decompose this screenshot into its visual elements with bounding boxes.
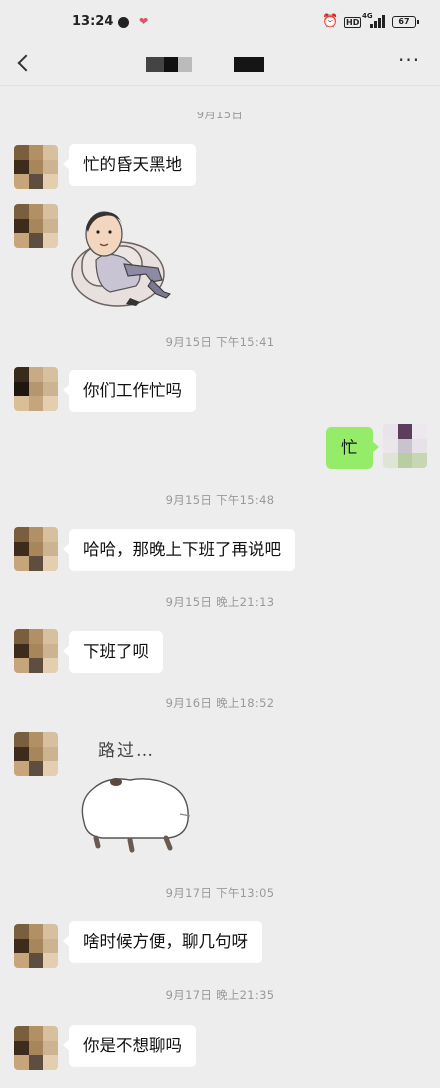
man-in-armchair-sticker-icon — [71, 211, 171, 307]
contact-avatar[interactable] — [14, 924, 58, 968]
network-type: 4G — [362, 12, 373, 20]
sticker-image[interactable] — [66, 206, 176, 312]
chat-header: ··· — [0, 44, 440, 86]
chevron-left-icon[interactable] — [14, 52, 36, 74]
contact-avatar[interactable] — [14, 527, 58, 571]
contact-avatar[interactable] — [14, 145, 58, 189]
hd-badge: HD — [344, 17, 362, 28]
timestamp: 9月15日 晚上21:13 — [165, 595, 275, 609]
header-divider — [0, 85, 440, 86]
message-bubble[interactable]: 啥时候方便，聊几句呀 — [63, 921, 262, 963]
redacted-title-block — [178, 57, 192, 72]
timestamp: 9月17日 下午13:05 — [165, 886, 275, 900]
signal-icon: 4G — [362, 12, 385, 28]
redacted-title-block — [234, 57, 264, 72]
redacted-title-block — [164, 57, 178, 72]
message-bubble[interactable]: 哈哈，那晚上下班了再说吧 — [63, 529, 295, 571]
my-message-bubble[interactable]: 忙 — [326, 427, 378, 469]
timestamp: 9月17日 晚上21:35 — [165, 988, 275, 1002]
contact-avatar[interactable] — [14, 629, 58, 673]
contact-avatar[interactable] — [14, 732, 58, 776]
timestamp: 9月15日 下午15:48 — [165, 493, 275, 507]
timestamp: 9月15日 — [196, 112, 244, 121]
my-avatar[interactable] — [383, 424, 427, 468]
sticker-image[interactable]: 路过… — [72, 730, 202, 860]
status-bar: 13:24 ❤ ⏰ HD 4G 67 — [0, 0, 440, 44]
more-dots-icon[interactable]: ··· — [398, 50, 420, 70]
timestamp: 9月15日 下午15:41 — [165, 335, 275, 349]
message-bubble[interactable]: 你是不想聊吗 — [63, 1025, 196, 1067]
contact-avatar[interactable] — [14, 204, 58, 248]
contact-avatar[interactable] — [14, 1026, 58, 1070]
alarm-icon: ⏰ — [322, 14, 339, 29]
battery-icon: 67 — [392, 16, 419, 28]
status-time: 13:24 — [72, 14, 114, 29]
heart-notification-icon: ❤ — [139, 15, 149, 28]
timestamp: 9月16日 晚上18:52 — [165, 696, 275, 710]
contact-avatar[interactable] — [14, 367, 58, 411]
redacted-title-block — [146, 57, 164, 72]
message-bubble[interactable]: 你们工作忙吗 — [63, 370, 196, 412]
message-bubble[interactable]: 忙的昏天黑地 — [63, 144, 196, 186]
message-bubble[interactable]: 下班了呗 — [63, 631, 163, 673]
notification-dot-icon — [118, 17, 129, 28]
blob-creature-sticker-icon — [81, 778, 191, 853]
